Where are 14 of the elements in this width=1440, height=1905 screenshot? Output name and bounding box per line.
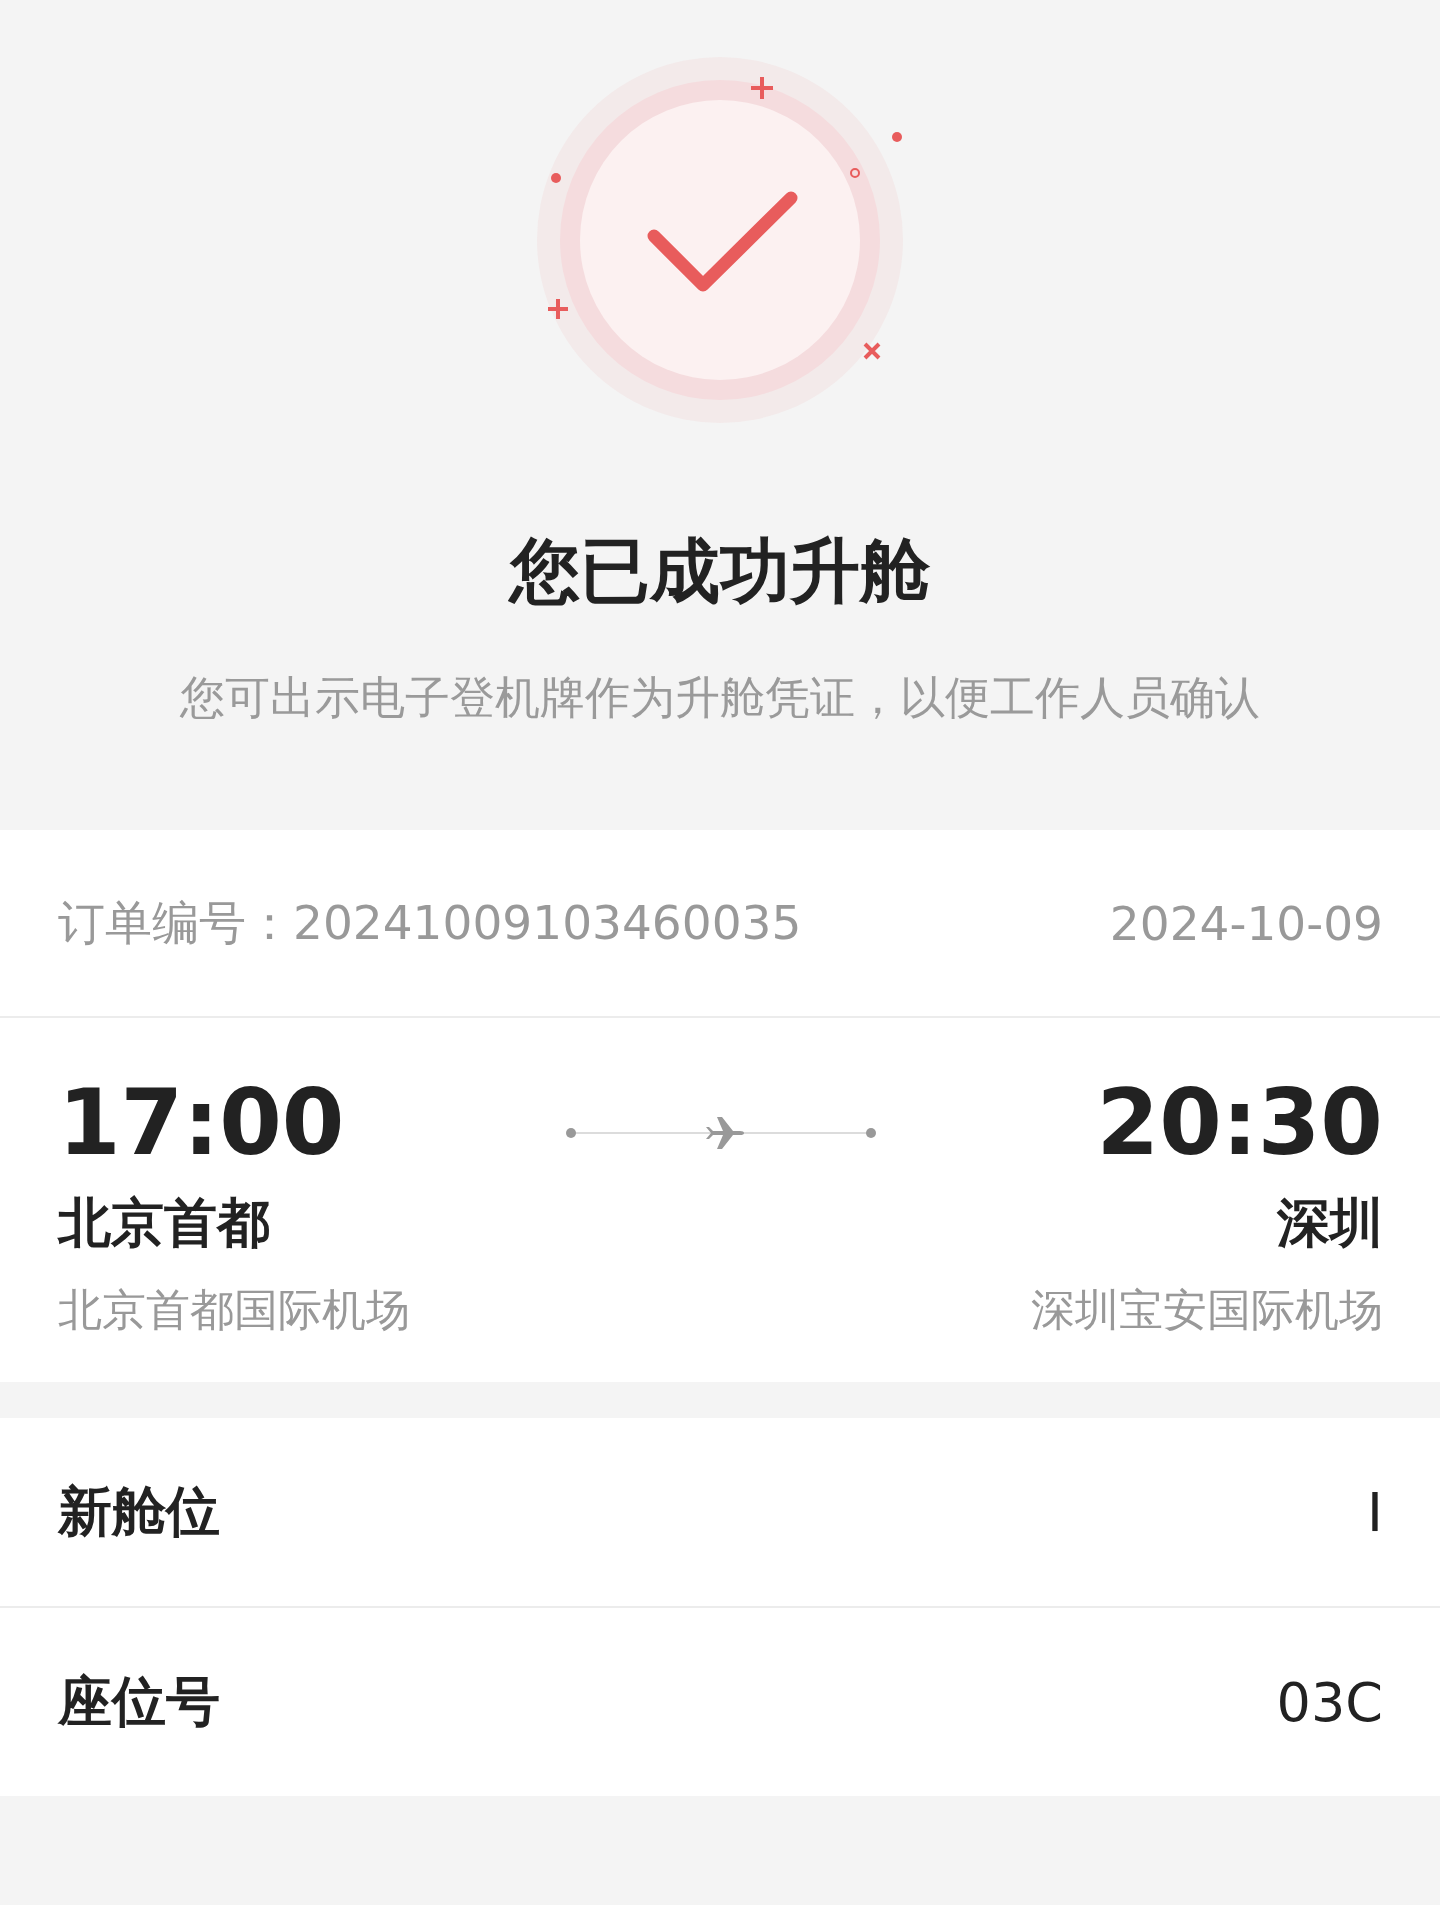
- success-message: 您可出示电子登机牌作为升舱凭证，以便工作人员确认: [180, 670, 1260, 726]
- city-name: 北京首都: [58, 1191, 270, 1255]
- airport-name: 北京首都国际机场: [58, 1283, 410, 1337]
- detail-label: 座位号: [58, 1668, 220, 1735]
- airport-name: 深圳宝安国际机场: [1031, 1283, 1383, 1337]
- order-date: 2024-10-09: [1109, 895, 1383, 951]
- detail-label: 新舱位: [58, 1478, 220, 1545]
- city-name: 深圳: [1277, 1191, 1383, 1255]
- flight-time: 20:30: [1096, 1069, 1383, 1177]
- flight-time: 17:00: [58, 1069, 345, 1177]
- order-number: 订单编号：20241009103460035: [58, 893, 802, 952]
- detail-value: 03C: [1276, 1670, 1383, 1734]
- success-title: 您已成功升舱: [510, 529, 930, 614]
- detail-value: I: [1367, 1480, 1383, 1544]
